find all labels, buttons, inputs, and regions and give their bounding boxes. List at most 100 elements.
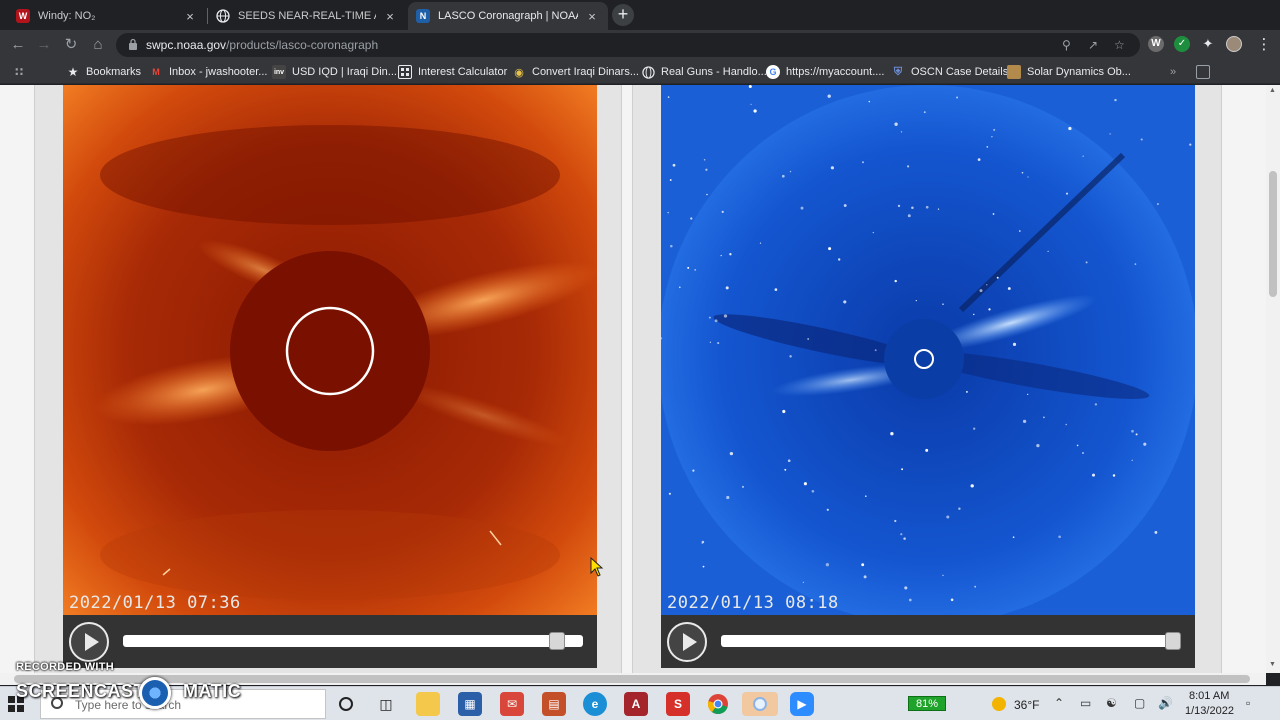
star-dot — [843, 300, 847, 304]
reload-icon[interactable]: ↻ — [61, 35, 81, 55]
star-dot — [1135, 433, 1138, 436]
star-dot — [729, 253, 732, 256]
extensions-puzzle-icon[interactable]: ✦ — [1200, 36, 1216, 52]
star-dot — [1085, 261, 1088, 264]
chevron-up-icon[interactable]: ⌃ — [1054, 696, 1064, 710]
weather-sun-icon[interactable] — [992, 697, 1006, 711]
address-bar[interactable]: swpc.noaa.gov/products/lasco-coronagraph… — [116, 33, 1140, 57]
star-dot — [861, 563, 865, 567]
bookmark-item[interactable]: Real Guns - Handlo... — [641, 64, 767, 80]
store-icon[interactable]: ▦ — [458, 692, 482, 716]
star-dot — [872, 232, 874, 234]
star-dot — [894, 519, 897, 523]
zoom-app-icon[interactable]: ▶ — [790, 692, 814, 716]
scroll-down-icon[interactable]: ▼ — [1269, 661, 1276, 668]
more-bookmarks-icon[interactable]: » — [1170, 64, 1176, 80]
star-dot — [667, 96, 670, 98]
bookmark-item[interactable]: Interest Calculator — [398, 64, 507, 80]
share-icon[interactable]: ↗ — [1088, 38, 1098, 52]
avatar[interactable] — [1226, 36, 1242, 52]
tab-seeds[interactable]: SEEDS NEAR-REAL-TIME AND BE × — [208, 2, 406, 30]
c3-coronagraph-image — [661, 85, 1195, 615]
star-dot — [701, 542, 703, 544]
wikipedia-extension-icon[interactable]: W — [1148, 36, 1164, 52]
star-icon: ★ — [67, 65, 79, 79]
back-icon[interactable]: ← — [8, 35, 28, 55]
bookmark-label: Solar Dynamics Ob... — [1027, 66, 1131, 78]
new-tab-button[interactable]: + — [612, 4, 634, 26]
star-dot — [803, 482, 807, 486]
close-icon[interactable]: × — [382, 9, 398, 24]
star-dot — [706, 193, 708, 196]
slider-thumb[interactable] — [1165, 632, 1181, 650]
tab-title: LASCO Coronagraph | NOAA / N — [438, 10, 578, 22]
wifi-icon[interactable]: ☯ — [1106, 696, 1117, 710]
cortana-icon[interactable] — [334, 692, 358, 716]
url-text: swpc.noaa.gov/products/lasco-coronagraph — [146, 38, 378, 52]
bookmark-label: OSCN Case Details — [911, 66, 1009, 78]
tab-windy[interactable]: W Windy: NO₂ × — [8, 2, 206, 30]
check-extension-icon[interactable]: ✓ — [1174, 36, 1190, 52]
bookmark-item[interactable]: ◉ Convert Iraqi Dinars... — [512, 64, 639, 80]
star-dot — [750, 103, 752, 106]
star-dot — [996, 276, 999, 279]
bookmark-star-icon[interactable]: ☆ — [1114, 38, 1125, 52]
home-icon[interactable]: ⌂ — [88, 35, 108, 55]
star-dot — [782, 409, 786, 414]
mail-icon[interactable]: ✉ — [500, 692, 524, 716]
usb-icon[interactable]: ▭ — [1080, 696, 1091, 710]
file-explorer-icon[interactable] — [416, 692, 440, 716]
notifications-icon[interactable]: ▫ — [1246, 696, 1250, 710]
document-app-icon[interactable]: ▤ — [542, 692, 566, 716]
star-dot — [901, 468, 904, 471]
bookmark-item[interactable]: ⛨ OSCN Case Details — [891, 64, 1008, 80]
star-dot — [708, 316, 711, 319]
close-icon[interactable]: × — [182, 9, 198, 24]
bookmark-item[interactable]: inv USD IQD | Iraqi Din... — [272, 64, 397, 80]
play-button[interactable] — [69, 622, 109, 662]
scrollbar-thumb[interactable] — [1269, 171, 1277, 297]
timeline-slider[interactable] — [721, 632, 1181, 650]
mouse-cursor-icon — [590, 557, 604, 577]
star-dot — [973, 427, 976, 430]
app-s-icon[interactable]: S — [666, 692, 690, 716]
menu-kebab-icon[interactable]: ⋮ — [1254, 35, 1274, 55]
slider-thumb[interactable] — [549, 632, 565, 650]
timeline-slider[interactable] — [123, 632, 583, 650]
bookmark-item[interactable]: ★ Bookmarks — [66, 64, 141, 80]
battery-indicator[interactable]: 81% — [908, 696, 946, 711]
star-dot — [908, 598, 912, 602]
star-dot — [890, 432, 894, 436]
tab-lasco[interactable]: N LASCO Coronagraph | NOAA / N × — [408, 2, 608, 30]
vertical-scrollbar[interactable]: ▲ ▼ — [1266, 85, 1280, 673]
volume-icon[interactable]: 🔊 — [1158, 696, 1173, 710]
edge-icon[interactable]: e — [583, 692, 607, 716]
forward-icon[interactable]: → — [34, 35, 54, 55]
c3-timestamp: 2022/01/13 08:18 — [667, 593, 839, 613]
task-view-icon[interactable]: ◫ — [374, 692, 398, 716]
bookmark-item[interactable]: Solar Dynamics Ob... — [1007, 64, 1131, 80]
reading-list-icon[interactable] — [1196, 64, 1216, 80]
star-dot — [670, 244, 673, 248]
chrome-icon[interactable] — [706, 692, 730, 716]
tab-title: Windy: NO₂ — [38, 10, 96, 22]
scroll-up-icon[interactable]: ▲ — [1269, 87, 1276, 94]
star-dot — [781, 174, 785, 178]
star-dot — [958, 507, 961, 510]
access-icon[interactable]: A — [624, 692, 648, 716]
star-dot — [1156, 203, 1159, 205]
star-dot — [802, 581, 805, 583]
clock-date[interactable]: 1/13/2022 — [1185, 705, 1234, 717]
bookmark-item[interactable]: M Inbox - jwashooter... — [149, 64, 267, 80]
star-dot — [729, 451, 734, 456]
bookmark-label: USD IQD | Iraqi Din... — [292, 66, 397, 78]
play-button[interactable] — [667, 622, 707, 662]
tab-title: SEEDS NEAR-REAL-TIME AND BE — [238, 10, 376, 22]
recorder-app-icon[interactable] — [742, 692, 778, 716]
zoom-icon[interactable]: ⚲ — [1062, 38, 1071, 52]
apps-grid-icon[interactable]: ∷ — [12, 64, 32, 80]
clock-time[interactable]: 8:01 AM — [1189, 690, 1229, 702]
bookmark-item[interactable]: G https://myaccount.... — [766, 64, 884, 80]
network-icon[interactable]: ▢ — [1134, 696, 1145, 710]
close-icon[interactable]: × — [584, 9, 600, 24]
